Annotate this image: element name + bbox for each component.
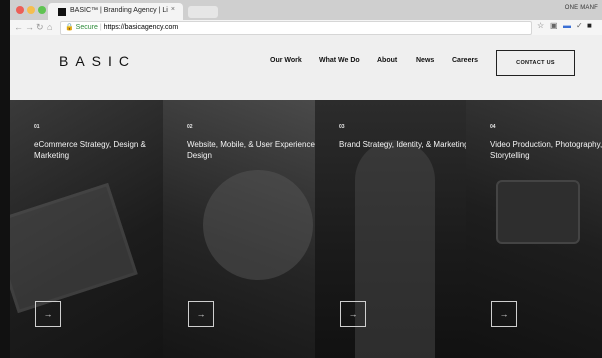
new-tab-button[interactable] <box>188 6 218 18</box>
tab-close-icon[interactable]: × <box>171 6 175 13</box>
panel-title: eCommerce Strategy, Design & Marketing <box>34 140 146 160</box>
arrow-right-button[interactable]: → <box>35 301 61 327</box>
browser-chrome: BASIC™ | Branding Agency | Li × ONE MANF… <box>10 0 602 36</box>
camera-dial-image <box>203 170 313 280</box>
address-toolbar: ← → ↻ ⌂ 🔒 Secure | https://basicagency.c… <box>10 20 602 35</box>
extension-blue-icon[interactable]: ▬ <box>563 21 571 30</box>
lock-icon: 🔒 <box>65 24 74 31</box>
profile-label[interactable]: ONE MANF <box>565 5 598 11</box>
reload-icon[interactable]: ↻ <box>36 22 44 33</box>
extension-dark-icon[interactable]: ■ <box>587 21 592 30</box>
person-image <box>355 140 435 358</box>
minimize-window-button[interactable] <box>27 6 35 14</box>
camera-image <box>496 180 580 244</box>
services-grid: 01 eCommerce Strategy, Design & Marketin… <box>10 100 602 358</box>
panel-number: 03 <box>339 124 345 130</box>
nav-careers[interactable]: Careers <box>452 57 478 64</box>
arrow-right-button[interactable]: → <box>188 301 214 327</box>
panel-title: Website, Mobile, & User Experience Desig… <box>187 140 315 160</box>
panel-title: Video Production, Photography, & Storyte… <box>490 140 602 160</box>
service-panel-website[interactable]: 02 Website, Mobile, & User Experience De… <box>163 100 315 358</box>
forward-icon[interactable]: → <box>25 22 34 32</box>
address-bar[interactable]: 🔒 Secure | https://basicagency.com <box>60 21 532 35</box>
url-separator: | <box>99 24 102 31</box>
maximize-window-button[interactable] <box>38 6 46 14</box>
back-icon[interactable]: ← <box>14 22 23 32</box>
desktop-edge <box>0 0 10 358</box>
home-icon[interactable]: ⌂ <box>47 22 52 32</box>
extension-check-icon[interactable]: ✓ <box>576 21 583 30</box>
nav-about[interactable]: About <box>377 57 397 64</box>
favicon-icon <box>58 8 66 16</box>
site-header: BASIC Our Work What We Do About News Car… <box>10 35 602 100</box>
nav-our-work[interactable]: Our Work <box>270 57 302 64</box>
bookmark-star-icon[interactable]: ☆ <box>537 21 544 30</box>
arrow-right-button[interactable]: → <box>340 301 366 327</box>
panel-title: Brand Strategy, Identity, & Marketing <box>339 140 466 149</box>
url-text: https://basicagency.com <box>103 24 179 31</box>
site-logo[interactable]: BASIC <box>59 53 136 69</box>
browser-tab[interactable]: BASIC™ | Branding Agency | Li × <box>48 3 183 20</box>
service-panel-ecommerce[interactable]: 01 eCommerce Strategy, Design & Marketin… <box>10 100 163 358</box>
panel-number: 04 <box>490 124 496 130</box>
service-panel-video[interactable]: 04 Video Production, Photography, & Stor… <box>466 100 602 358</box>
service-panel-brand[interactable]: 03 Brand Strategy, Identity, & Marketing… <box>315 100 466 358</box>
panel-number: 01 <box>34 124 40 130</box>
close-window-button[interactable] <box>16 6 24 14</box>
panel-number: 02 <box>187 124 193 130</box>
contact-us-button[interactable]: CONTACT US <box>496 50 575 76</box>
nav-what-we-do[interactable]: What We Do <box>319 57 360 64</box>
secure-label: Secure <box>75 24 98 31</box>
tab-title: BASIC™ | Branding Agency | Li <box>70 7 168 14</box>
arrow-right-button[interactable]: → <box>491 301 517 327</box>
extension-shield-icon[interactable]: ▣ <box>550 21 558 30</box>
tab-bar: BASIC™ | Branding Agency | Li × ONE MANF <box>10 0 602 20</box>
nav-news[interactable]: News <box>416 57 434 64</box>
tablet-image <box>10 182 138 314</box>
